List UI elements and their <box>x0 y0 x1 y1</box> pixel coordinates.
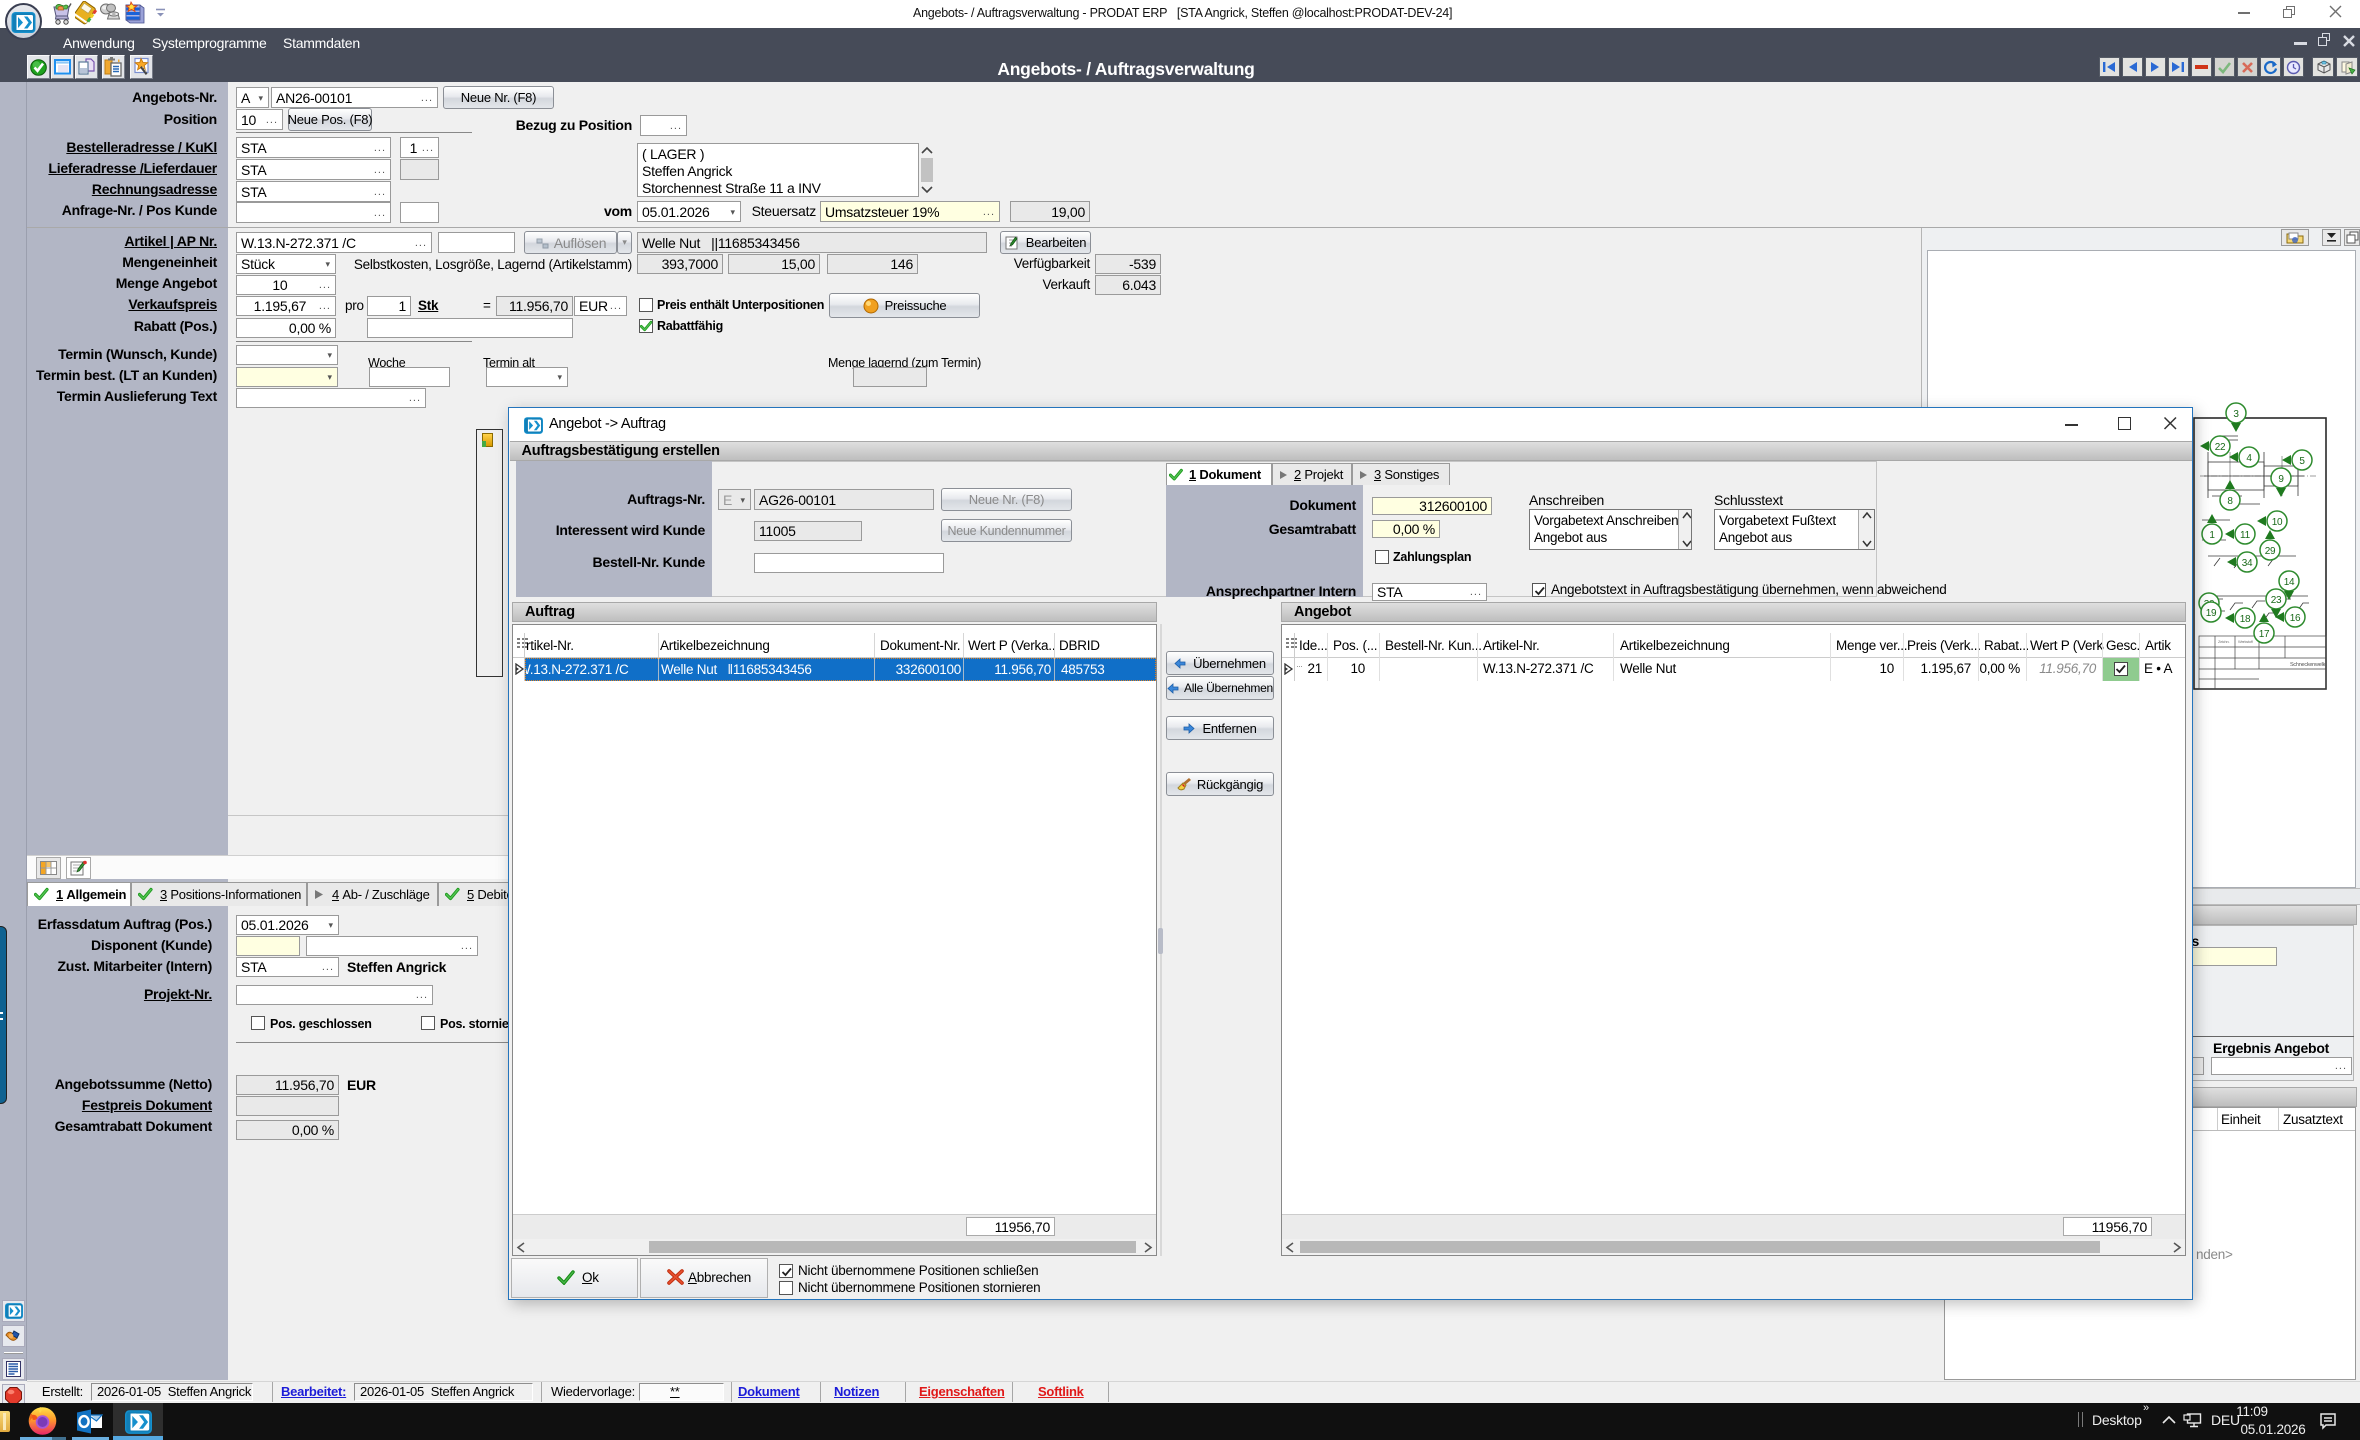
svg-text:3: 3 <box>2233 409 2239 420</box>
svg-text:4: 4 <box>2246 453 2252 464</box>
svg-text:9: 9 <box>2278 474 2284 485</box>
svg-text:8: 8 <box>2227 496 2233 507</box>
svg-text:23: 23 <box>2271 595 2282 606</box>
svg-text:16: 16 <box>2290 613 2301 624</box>
svg-text:19: 19 <box>2206 608 2217 619</box>
svg-text:17: 17 <box>2259 629 2270 640</box>
svg-text:29: 29 <box>2265 546 2276 557</box>
svg-text:18: 18 <box>2240 614 2251 625</box>
svg-text:11: 11 <box>2240 530 2251 541</box>
svg-text:10: 10 <box>2272 517 2283 528</box>
svg-text:5: 5 <box>2299 456 2305 467</box>
svg-text:22: 22 <box>2215 442 2226 453</box>
svg-text:14: 14 <box>2284 577 2295 588</box>
svg-text:1: 1 <box>2209 530 2215 541</box>
svg-text:34: 34 <box>2242 558 2253 569</box>
